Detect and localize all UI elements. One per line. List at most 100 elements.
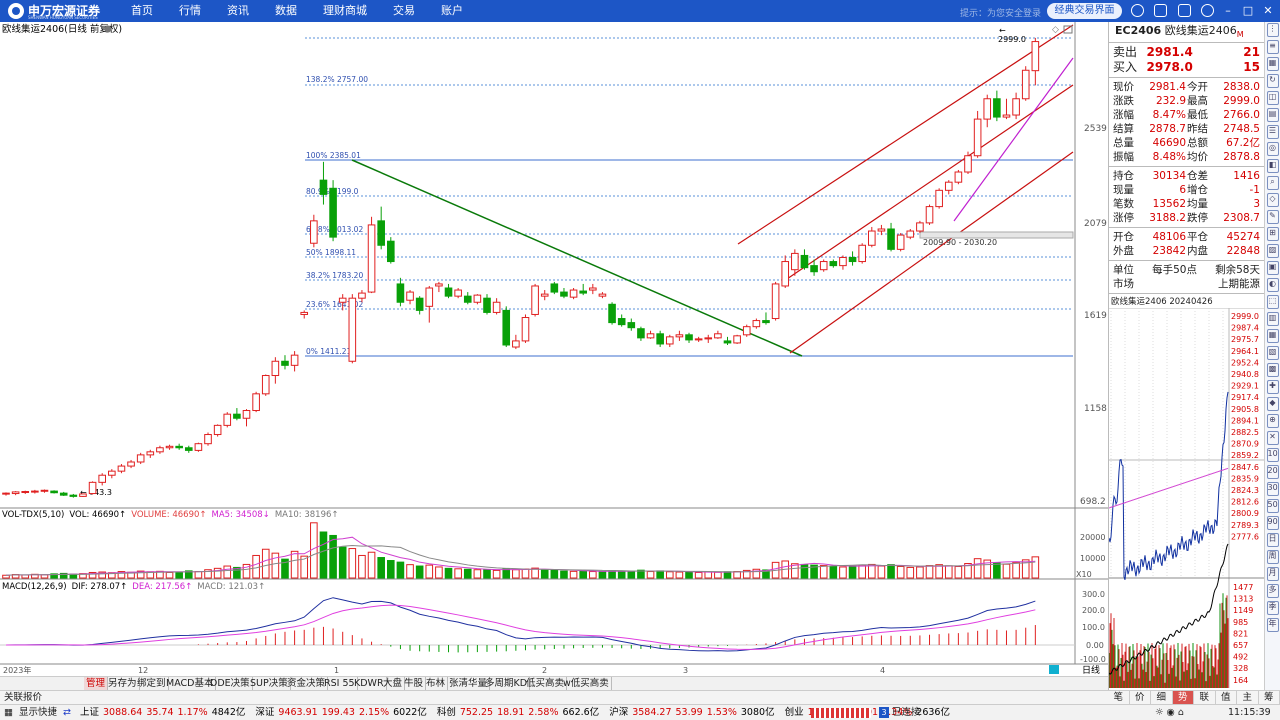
intraday-vol-label: 1313: [1233, 595, 1253, 604]
volume-bar: [165, 571, 174, 579]
headset-icon[interactable]: [1154, 4, 1167, 17]
tool-button[interactable]: ▣: [1266, 261, 1279, 275]
indicator-tab[interactable]: 布林: [424, 677, 449, 690]
detail-tab[interactable]: 联: [1194, 691, 1216, 705]
tool-button[interactable]: ✕: [1266, 431, 1279, 445]
nav-trade[interactable]: 交易: [380, 0, 428, 22]
tool-button[interactable]: 季: [1266, 601, 1279, 615]
tool-button[interactable]: 日: [1266, 533, 1279, 547]
tool-button[interactable]: ✚: [1266, 380, 1279, 394]
tool-button[interactable]: ▩: [1266, 363, 1279, 377]
nav-news[interactable]: 资讯: [214, 0, 262, 22]
tool-button[interactable]: 20: [1266, 465, 1279, 479]
nav-wealth-mall[interactable]: 理财商城: [310, 0, 380, 22]
intraday-price-label: 2800.9: [1231, 509, 1259, 518]
indicator-tab[interactable]: 管理: [84, 677, 109, 690]
month-label: 1: [334, 666, 339, 675]
field-value: 8.47%: [1152, 109, 1186, 121]
tool-button[interactable]: ▨: [1266, 244, 1279, 258]
index-quote[interactable]: 深证 9463.91 199.43 2.15% 6022亿: [255, 705, 430, 720]
candle: [550, 281, 559, 295]
tool-button[interactable]: ▧: [1266, 346, 1279, 360]
skin-icon[interactable]: [1131, 4, 1144, 17]
indicator-tab[interactable]: w低买高卖: [561, 677, 612, 690]
tool-button[interactable]: 周: [1266, 550, 1279, 564]
tool-button[interactable]: ◫: [1266, 91, 1279, 105]
index-quote[interactable]: 上证 3088.64 35.74 1.17% 4842亿: [80, 705, 249, 720]
nav-data[interactable]: 数据: [262, 0, 310, 22]
tool-button[interactable]: ◧: [1266, 159, 1279, 173]
candle: [79, 493, 87, 497]
tool-button[interactable]: ▥: [1266, 312, 1279, 326]
field-label: 昨结: [1187, 123, 1208, 135]
nav-quotes[interactable]: 行情: [166, 0, 214, 22]
tool-button[interactable]: ◎: [1266, 142, 1279, 156]
volume-bar: [175, 571, 183, 579]
related-quotes-tab[interactable]: 关联报价: [4, 691, 42, 704]
time-scroll-thumb[interactable]: [1049, 665, 1059, 674]
title-dropdown-icon[interactable]: [104, 25, 112, 33]
price-axis-label: 1619: [1084, 311, 1107, 321]
detail-tab[interactable]: 筹: [1259, 691, 1280, 705]
indicator-tab[interactable]: 牛股: [402, 677, 427, 690]
tool-button[interactable]: ▦: [1266, 57, 1279, 71]
tool-button[interactable]: ↻: [1266, 74, 1279, 88]
tool-button[interactable]: ◐: [1266, 278, 1279, 292]
intraday-price-label: 2905.8: [1231, 405, 1259, 414]
tool-button[interactable]: ▦: [1266, 329, 1279, 343]
tool-button[interactable]: 月: [1266, 567, 1279, 581]
candle: [204, 432, 212, 446]
tool-button[interactable]: ◆: [1266, 397, 1279, 411]
tool-button[interactable]: 10: [1266, 448, 1279, 462]
classic-trade-button[interactable]: 经典交易界面: [1047, 3, 1122, 19]
tool-button[interactable]: ▤: [1266, 108, 1279, 122]
detail-tab[interactable]: 值: [1216, 691, 1237, 705]
tool-button[interactable]: ☰: [1266, 125, 1279, 139]
tool-button[interactable]: ≡: [1266, 40, 1279, 54]
tool-button[interactable]: 年: [1266, 618, 1279, 632]
volume-bar: [916, 566, 924, 579]
tool-button[interactable]: 多: [1266, 584, 1279, 598]
tool-button[interactable]: ◇: [1266, 193, 1279, 207]
indicator-tab[interactable]: 多周期KD: [483, 677, 531, 690]
month-label: 2: [542, 666, 547, 675]
field-value: 22848: [1226, 245, 1260, 257]
tool-button[interactable]: ⬚: [1266, 295, 1279, 309]
tool-button[interactable]: 30: [1266, 482, 1279, 496]
show-shortcut[interactable]: 显示快捷: [19, 705, 57, 720]
tool-button[interactable]: 50: [1266, 499, 1279, 513]
grid-icon[interactable]: ▦: [4, 705, 13, 720]
maximize-button[interactable]: □: [1241, 3, 1255, 19]
volume-bar: [21, 574, 30, 579]
index-quote[interactable]: 沪深 3584.27 53.99 1.53% 3080亿: [609, 705, 778, 720]
detail-tab[interactable]: 笔: [1108, 691, 1130, 705]
buy-label: 买入: [1113, 60, 1138, 74]
volume-bar: [463, 568, 472, 579]
minimize-button[interactable]: –: [1221, 3, 1235, 19]
period-label[interactable]: 日线: [1082, 664, 1100, 676]
tool-button[interactable]: ⋮: [1266, 23, 1279, 37]
draw-tool-icon[interactable]: ◇: [1052, 25, 1059, 35]
tool-button[interactable]: ⊕: [1266, 414, 1279, 428]
nav-home[interactable]: 首页: [118, 0, 166, 22]
tool-button[interactable]: ⌕: [1266, 176, 1279, 190]
detail-tab[interactable]: 价: [1130, 691, 1151, 705]
indicator-tab[interactable]: DDE决策: [208, 677, 253, 690]
settings-icon[interactable]: [1201, 4, 1214, 17]
detail-tab[interactable]: 势: [1172, 691, 1194, 705]
close-button[interactable]: ✕: [1261, 3, 1275, 19]
index-quote[interactable]: 科创 752.25 18.91 2.58% 662.6亿: [437, 705, 603, 720]
detail-tab[interactable]: 主: [1237, 691, 1259, 705]
stats-row: 现价 2981.4 今开 2838.0: [1109, 80, 1264, 94]
nav-account[interactable]: 账户: [428, 0, 476, 22]
tool-button[interactable]: ✎: [1266, 210, 1279, 224]
volume-bar: [665, 571, 674, 579]
swap-icon[interactable]: ⇄: [63, 705, 71, 720]
intraday-chart[interactable]: 2999.0 2987.4 2975.7 2964.1 2952.4 2940.8 2929…: [1109, 308, 1264, 688]
detail-tab[interactable]: 细: [1151, 691, 1173, 705]
tool-button[interactable]: ⊞: [1266, 227, 1279, 241]
mail-icon[interactable]: [1178, 4, 1191, 17]
chart-area[interactable]: 欧线集运2406(日线 前复权) 2539 2079 1619 1158 698…: [0, 22, 1108, 676]
tool-button[interactable]: 90: [1266, 516, 1279, 530]
kline-svg[interactable]: 欧线集运2406(日线 前复权) 2539 2079 1619 1158 698…: [0, 22, 1108, 676]
